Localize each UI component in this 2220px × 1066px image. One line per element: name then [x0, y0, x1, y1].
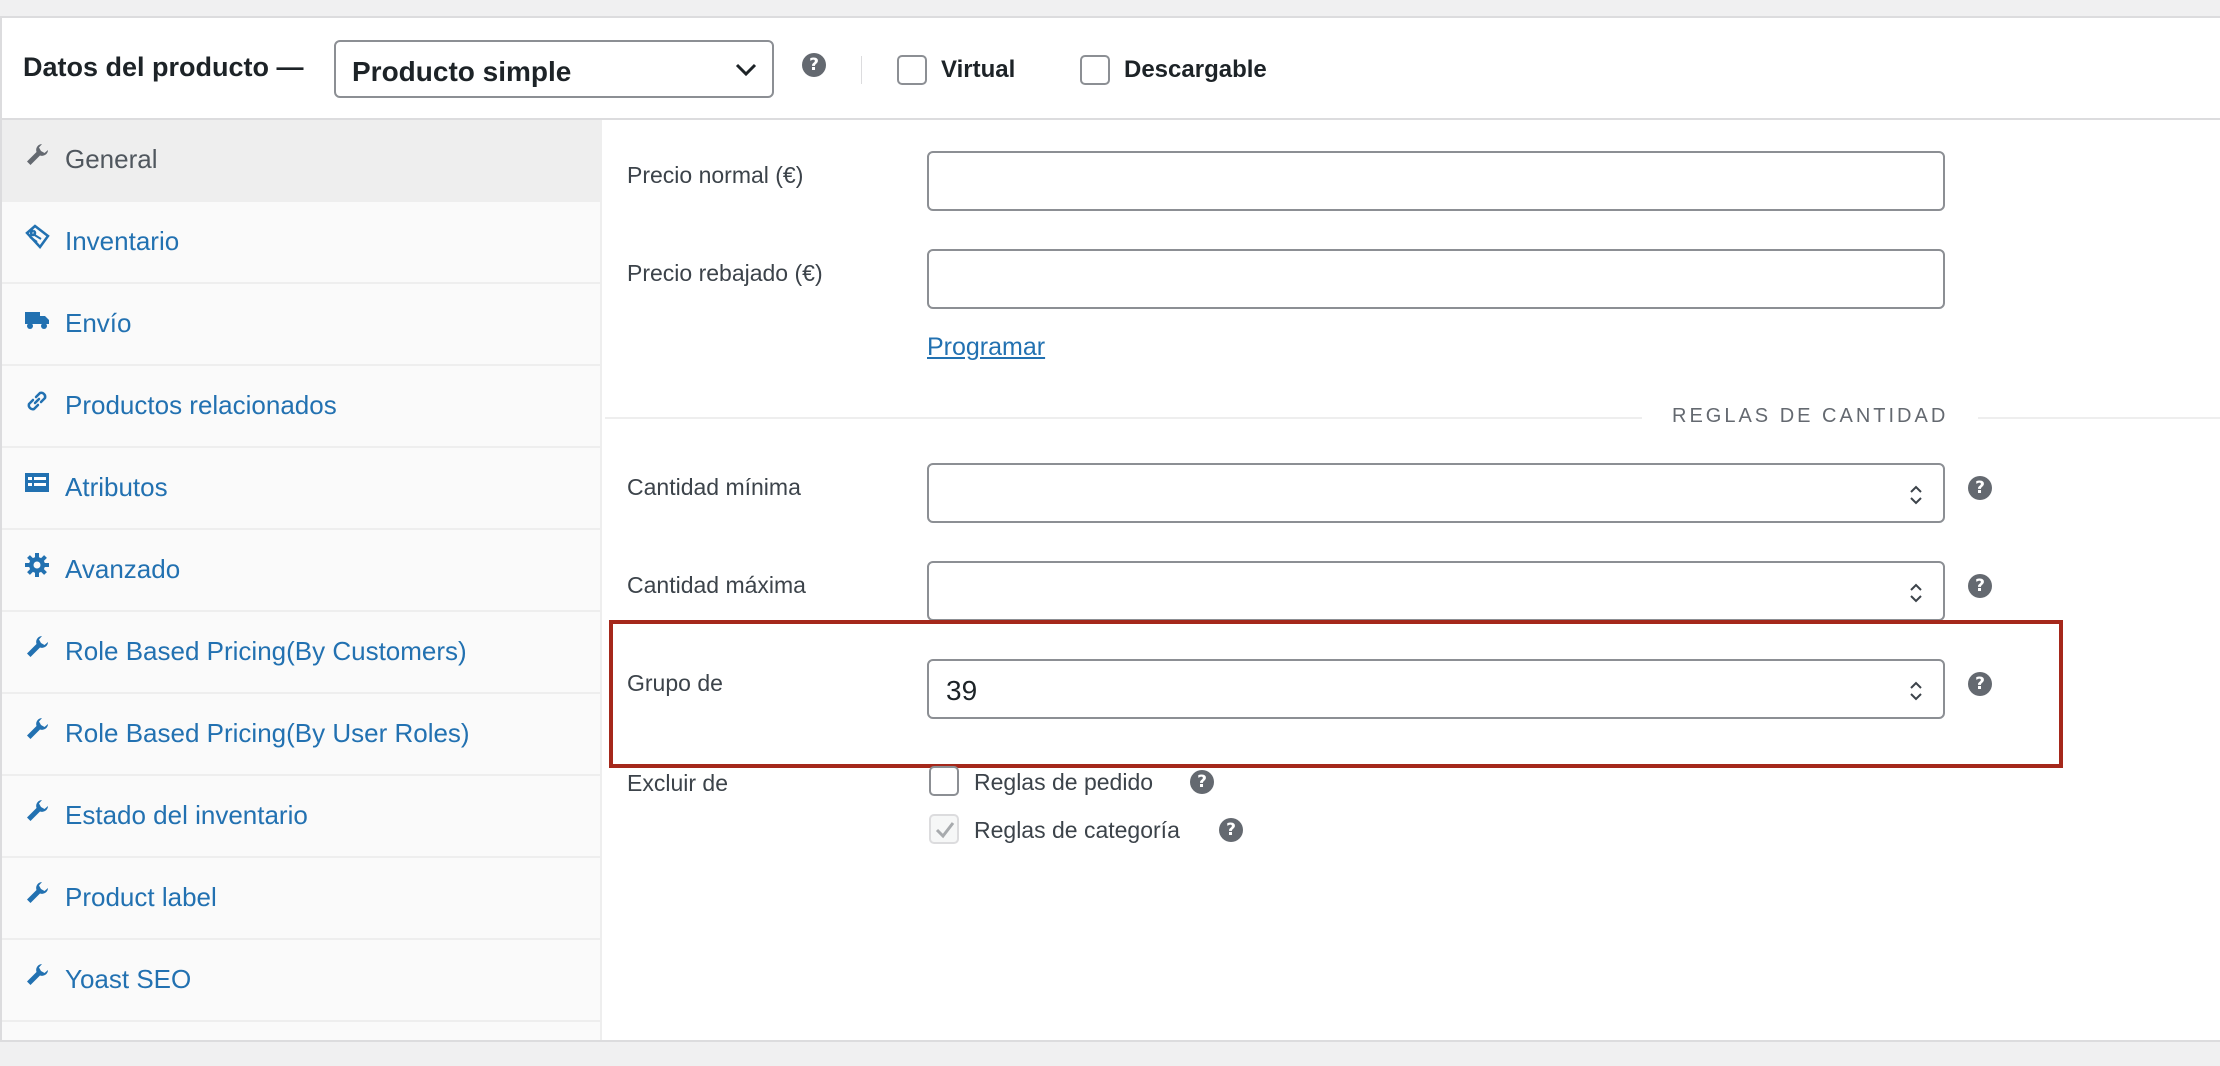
product-type-value: Producto simple — [352, 56, 572, 87]
tab-label: Avanzado — [65, 554, 181, 584]
product-data-tabs: General Inventario Envío Productos relac… — [2, 120, 602, 1040]
wrench-icon — [27, 144, 48, 165]
header-separator — [861, 56, 862, 84]
checkmark-icon — [935, 822, 955, 839]
help-icon[interactable]: ? — [1968, 574, 1992, 598]
help-icon[interactable]: ? — [1190, 770, 1214, 794]
exclude-category-rules-checkbox[interactable] — [929, 814, 959, 844]
sale-price-input[interactable] — [927, 249, 1945, 309]
tab-role-pricing-customers[interactable]: Role Based Pricing(By Customers) — [2, 612, 600, 694]
exclude-category-rules-label: Reglas de categoría — [974, 817, 1180, 843]
exclude-order-rules-checkbox[interactable] — [929, 766, 959, 796]
stepper-arrows-icon[interactable] — [1907, 579, 1925, 607]
wrench-icon — [27, 718, 48, 739]
product-data-title: Datos del producto — — [23, 52, 304, 82]
group-of-value: 39 — [946, 675, 978, 706]
exclude-order-rules-label: Reglas de pedido — [974, 769, 1154, 795]
tab-label: Inventario — [65, 226, 180, 256]
tab-role-pricing-user-roles[interactable]: Role Based Pricing(By User Roles) — [2, 694, 600, 776]
wrench-icon — [27, 964, 48, 985]
link-icon — [27, 391, 47, 411]
group-of-label: Grupo de — [627, 670, 723, 696]
virtual-label: Virtual — [941, 56, 1016, 83]
quantity-rules-heading: REGLAS DE CANTIDAD — [1642, 405, 1979, 428]
max-qty-input[interactable] — [927, 561, 1945, 621]
max-qty-label: Cantidad máxima — [627, 572, 806, 598]
virtual-checkbox[interactable] — [897, 55, 927, 85]
product-type-select[interactable]: Producto simple — [334, 40, 774, 98]
tab-yoast-seo[interactable]: Yoast SEO — [2, 940, 600, 1022]
exclude-label: Excluir de — [627, 770, 728, 796]
help-icon[interactable]: ? — [1219, 818, 1243, 842]
tab-linked-products[interactable]: Productos relacionados — [2, 366, 600, 448]
help-icon[interactable]: ? — [1968, 476, 1992, 500]
tab-inventory-status[interactable]: Estado del inventario — [2, 776, 600, 858]
tag-icon — [25, 224, 50, 249]
regular-price-input[interactable] — [927, 151, 1945, 211]
tab-advanced[interactable]: Avanzado — [2, 530, 600, 612]
wrench-icon — [27, 800, 48, 821]
stepper-arrows-icon[interactable] — [1907, 677, 1925, 705]
downloadable-checkbox[interactable] — [1080, 55, 1110, 85]
help-icon[interactable]: ? — [1968, 672, 1992, 696]
tab-general[interactable]: General — [2, 120, 600, 202]
group-of-input[interactable]: 39 — [927, 659, 1945, 719]
list-card-icon — [25, 473, 49, 492]
tab-label: Product label — [65, 882, 217, 912]
wrench-icon — [27, 636, 48, 657]
tab-label: Estado del inventario — [65, 800, 308, 830]
tab-label: Role Based Pricing(By Customers) — [65, 636, 467, 666]
truck-icon — [25, 312, 49, 329]
tab-label: General — [65, 144, 158, 174]
wrench-icon — [27, 882, 48, 903]
tab-inventory[interactable]: Inventario — [2, 202, 600, 284]
min-qty-label: Cantidad mínima — [627, 474, 801, 500]
regular-price-label: Precio normal (€) — [627, 162, 804, 188]
product-data-header: Datos del producto — Producto simple ? V… — [2, 18, 2220, 120]
help-icon[interactable]: ? — [802, 53, 826, 77]
tab-attributes[interactable]: Atributos — [2, 448, 600, 530]
min-qty-input[interactable] — [927, 463, 1945, 523]
product-data-panel: Datos del producto — Producto simple ? V… — [0, 16, 2220, 1042]
tab-label: Productos relacionados — [65, 390, 337, 420]
tab-product-label[interactable]: Product label — [2, 858, 600, 940]
tab-label: Role Based Pricing(By User Roles) — [65, 718, 470, 748]
downloadable-label: Descargable — [1124, 56, 1267, 83]
tab-shipping[interactable]: Envío — [2, 284, 600, 366]
schedule-link[interactable]: Programar — [927, 333, 1045, 362]
sale-price-label: Precio rebajado (€) — [627, 260, 823, 286]
gear-icon — [25, 553, 49, 577]
tab-label: Atributos — [65, 472, 168, 502]
tab-label: Envío — [65, 308, 132, 338]
chevron-down-icon — [735, 63, 757, 77]
tab-label: Yoast SEO — [65, 964, 192, 994]
stepper-arrows-icon[interactable] — [1907, 481, 1925, 509]
